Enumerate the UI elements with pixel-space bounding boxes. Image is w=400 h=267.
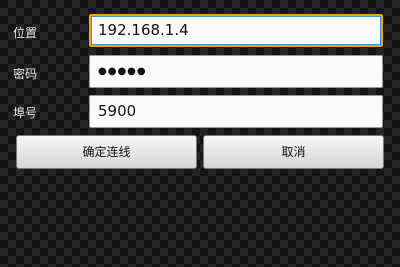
password-input[interactable]: ●●●●● xyxy=(89,55,383,88)
address-input[interactable]: 192.168.1.4 xyxy=(89,14,383,47)
connect-button[interactable]: 确定连线 xyxy=(16,135,197,169)
address-label: 位置 xyxy=(13,26,38,40)
password-label: 密码 xyxy=(13,67,38,81)
cancel-button[interactable]: 取消 xyxy=(203,135,384,169)
port-input[interactable]: 5900 xyxy=(89,95,383,128)
port-label: 埠号 xyxy=(13,106,38,120)
